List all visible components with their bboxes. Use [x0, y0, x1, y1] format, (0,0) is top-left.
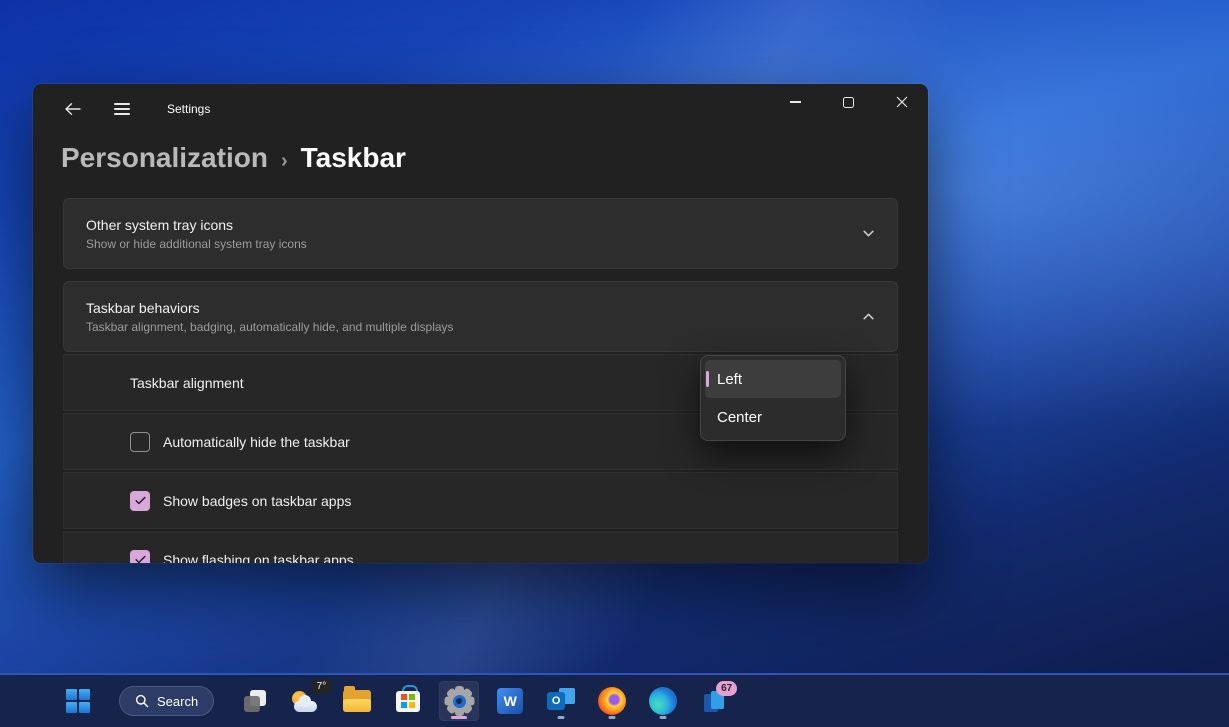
show-badges-checkbox[interactable]	[130, 491, 150, 511]
microsoft-store-button[interactable]	[388, 681, 428, 721]
mail-icon: 67	[700, 687, 728, 715]
card-other-system-tray-icons[interactable]: Other system tray icons Show or hide add…	[63, 198, 898, 269]
settings-window: Settings Personalization › Taskbar Other…	[33, 84, 928, 563]
settings-app-button[interactable]	[439, 681, 479, 721]
taskbar-alignment-dropdown: Left Center	[700, 355, 846, 441]
caption-controls	[769, 84, 928, 120]
checkmark-icon	[134, 553, 147, 563]
checkmark-icon	[134, 494, 147, 507]
folder-icon	[343, 690, 371, 712]
edge-button[interactable]	[643, 681, 683, 721]
breadcrumb-personalization[interactable]: Personalization	[61, 142, 268, 174]
gear-icon	[444, 686, 474, 716]
taskbar-search-button[interactable]: Search	[119, 686, 214, 716]
outlook-icon: O	[546, 687, 576, 715]
widgets-weather-button[interactable]: 7°	[286, 681, 326, 721]
taskbar-alignment-label: Taskbar alignment	[130, 375, 244, 391]
row-show-flashing: Show flashing on taskbar apps	[63, 531, 898, 563]
close-icon	[896, 96, 908, 108]
card-subtitle: Show or hide additional system tray icon…	[86, 237, 307, 251]
running-app-indicator	[558, 716, 565, 719]
minimize-icon	[790, 101, 801, 102]
back-button[interactable]	[59, 96, 85, 122]
dropdown-option-center[interactable]: Center	[705, 398, 841, 436]
outlook-button[interactable]: O	[541, 681, 581, 721]
show-flashing-checkbox[interactable]	[130, 550, 150, 564]
card-taskbar-behaviors[interactable]: Taskbar behaviors Taskbar alignment, bad…	[63, 281, 898, 352]
start-button[interactable]	[58, 681, 98, 721]
back-arrow-icon	[64, 102, 81, 116]
weather-sun-cloud-icon: 7°	[289, 685, 323, 717]
breadcrumb-separator: ›	[281, 150, 288, 173]
word-button[interactable]: W	[490, 681, 530, 721]
windows-logo-icon	[66, 689, 90, 713]
maximize-icon	[843, 97, 854, 108]
show-flashing-label: Show flashing on taskbar apps	[163, 552, 354, 564]
close-button[interactable]	[875, 84, 928, 120]
word-icon: W	[497, 688, 523, 714]
auto-hide-label: Automatically hide the taskbar	[163, 434, 350, 450]
maximize-button[interactable]	[822, 84, 875, 120]
search-icon	[135, 694, 149, 708]
task-view-icon	[241, 687, 269, 715]
auto-hide-checkbox[interactable]	[130, 432, 150, 452]
breadcrumb: Personalization › Taskbar	[61, 142, 928, 174]
taskbar: Search 7° W	[0, 673, 1229, 727]
show-badges-label: Show badges on taskbar apps	[163, 493, 351, 509]
store-bag-icon	[396, 691, 420, 712]
dropdown-option-left[interactable]: Left	[705, 360, 841, 398]
titlebar: Settings	[33, 84, 928, 134]
row-show-badges: Show badges on taskbar apps	[63, 472, 898, 529]
edge-icon	[649, 687, 677, 715]
search-label: Search	[157, 694, 198, 709]
mail-button[interactable]: 67	[694, 681, 734, 721]
page-title: Taskbar	[301, 142, 406, 174]
chevron-up-icon	[862, 310, 875, 323]
unread-count-badge: 67	[716, 681, 737, 696]
firefox-button[interactable]	[592, 681, 632, 721]
active-app-indicator	[451, 716, 467, 720]
card-title: Other system tray icons	[86, 217, 307, 233]
firefox-icon	[598, 687, 626, 715]
minimize-button[interactable]	[769, 84, 822, 120]
card-title: Taskbar behaviors	[86, 300, 454, 316]
running-app-indicator	[660, 716, 667, 719]
window-title: Settings	[167, 102, 210, 116]
selection-indicator	[706, 371, 709, 387]
file-explorer-button[interactable]	[337, 681, 377, 721]
option-label: Left	[717, 371, 742, 388]
card-subtitle: Taskbar alignment, badging, automaticall…	[86, 320, 454, 334]
chevron-down-icon	[862, 227, 875, 240]
task-view-button[interactable]	[235, 681, 275, 721]
hamburger-menu-button[interactable]	[109, 96, 135, 122]
running-app-indicator	[609, 716, 616, 719]
temperature-badge: 7°	[311, 679, 333, 694]
hamburger-icon	[114, 103, 130, 115]
option-label: Center	[717, 409, 762, 426]
